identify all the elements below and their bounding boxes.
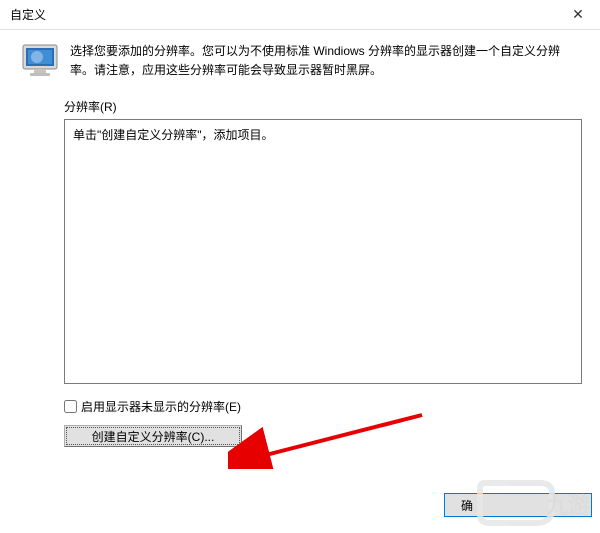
intro-text: 选择您要添加的分辨率。您可以为不使用标准 Windiows 分辨率的显示器创建一… bbox=[70, 42, 578, 80]
monitor-icon bbox=[22, 44, 58, 78]
create-custom-resolution-button[interactable]: 创建自定义分辨率(C)... bbox=[64, 425, 242, 447]
title-bar: 自定义 ✕ bbox=[0, 0, 600, 30]
enable-unshown-resolutions-checkbox[interactable]: 启用显示器未显示的分辨率(E) bbox=[64, 398, 578, 415]
window-title: 自定义 bbox=[10, 6, 46, 23]
close-icon: ✕ bbox=[572, 6, 584, 23]
ok-button[interactable]: 确 bbox=[444, 493, 592, 517]
resolution-label: 分辨率(R) bbox=[64, 98, 578, 115]
checkbox-label: 启用显示器未显示的分辨率(E) bbox=[81, 398, 241, 415]
intro-row: 选择您要添加的分辨率。您可以为不使用标准 Windiows 分辨率的显示器创建一… bbox=[22, 42, 578, 80]
checkbox-input[interactable] bbox=[64, 400, 77, 413]
resolution-listbox[interactable]: 单击"创建自定义分辨率"，添加项目。 bbox=[64, 119, 582, 384]
close-button[interactable]: ✕ bbox=[556, 0, 600, 30]
listbox-placeholder: 单击"创建自定义分辨率"，添加项目。 bbox=[73, 128, 274, 142]
dialog-content: 选择您要添加的分辨率。您可以为不使用标准 Windiows 分辨率的显示器创建一… bbox=[0, 30, 600, 447]
